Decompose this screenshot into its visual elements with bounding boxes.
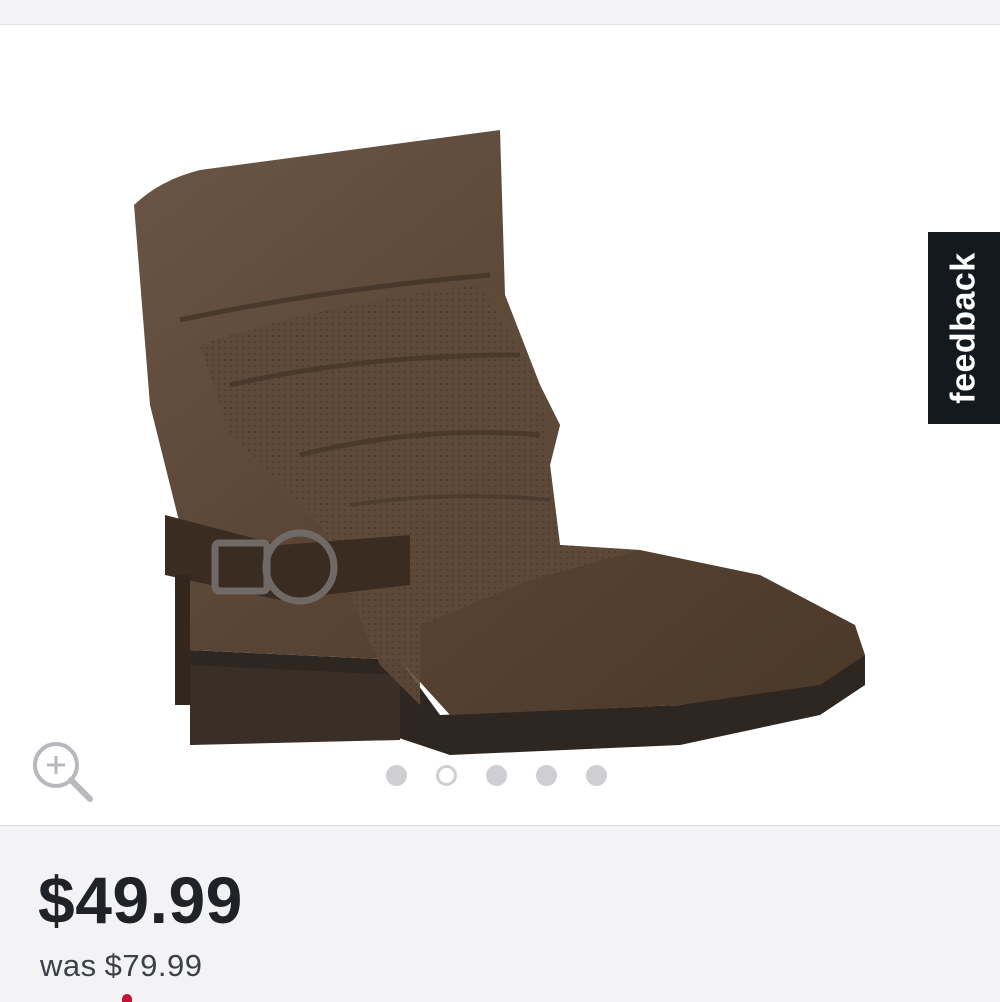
carousel-pagination [386, 763, 607, 787]
carousel-dot[interactable] [386, 764, 407, 786]
top-bar [0, 0, 1000, 25]
product-image-gallery[interactable] [0, 25, 1000, 826]
carousel-dot[interactable] [586, 764, 607, 786]
feedback-tab[interactable]: feedback [928, 232, 1000, 424]
original-price: was $79.99 [40, 948, 202, 984]
product-image[interactable] [120, 105, 880, 785]
current-price: $49.99 [38, 863, 243, 937]
feedback-label: feedback [944, 252, 983, 404]
price-section: $49.99 was $79.99 [0, 826, 1000, 1002]
was-price-value: $79.99 [104, 948, 203, 983]
carousel-dot[interactable] [486, 764, 507, 786]
zoom-button[interactable] [28, 737, 94, 803]
accent-mark [122, 994, 132, 1002]
was-label: was [40, 948, 97, 983]
carousel-dot[interactable] [536, 764, 557, 786]
zoom-in-icon [33, 742, 93, 802]
carousel-dot-active[interactable] [436, 764, 457, 786]
